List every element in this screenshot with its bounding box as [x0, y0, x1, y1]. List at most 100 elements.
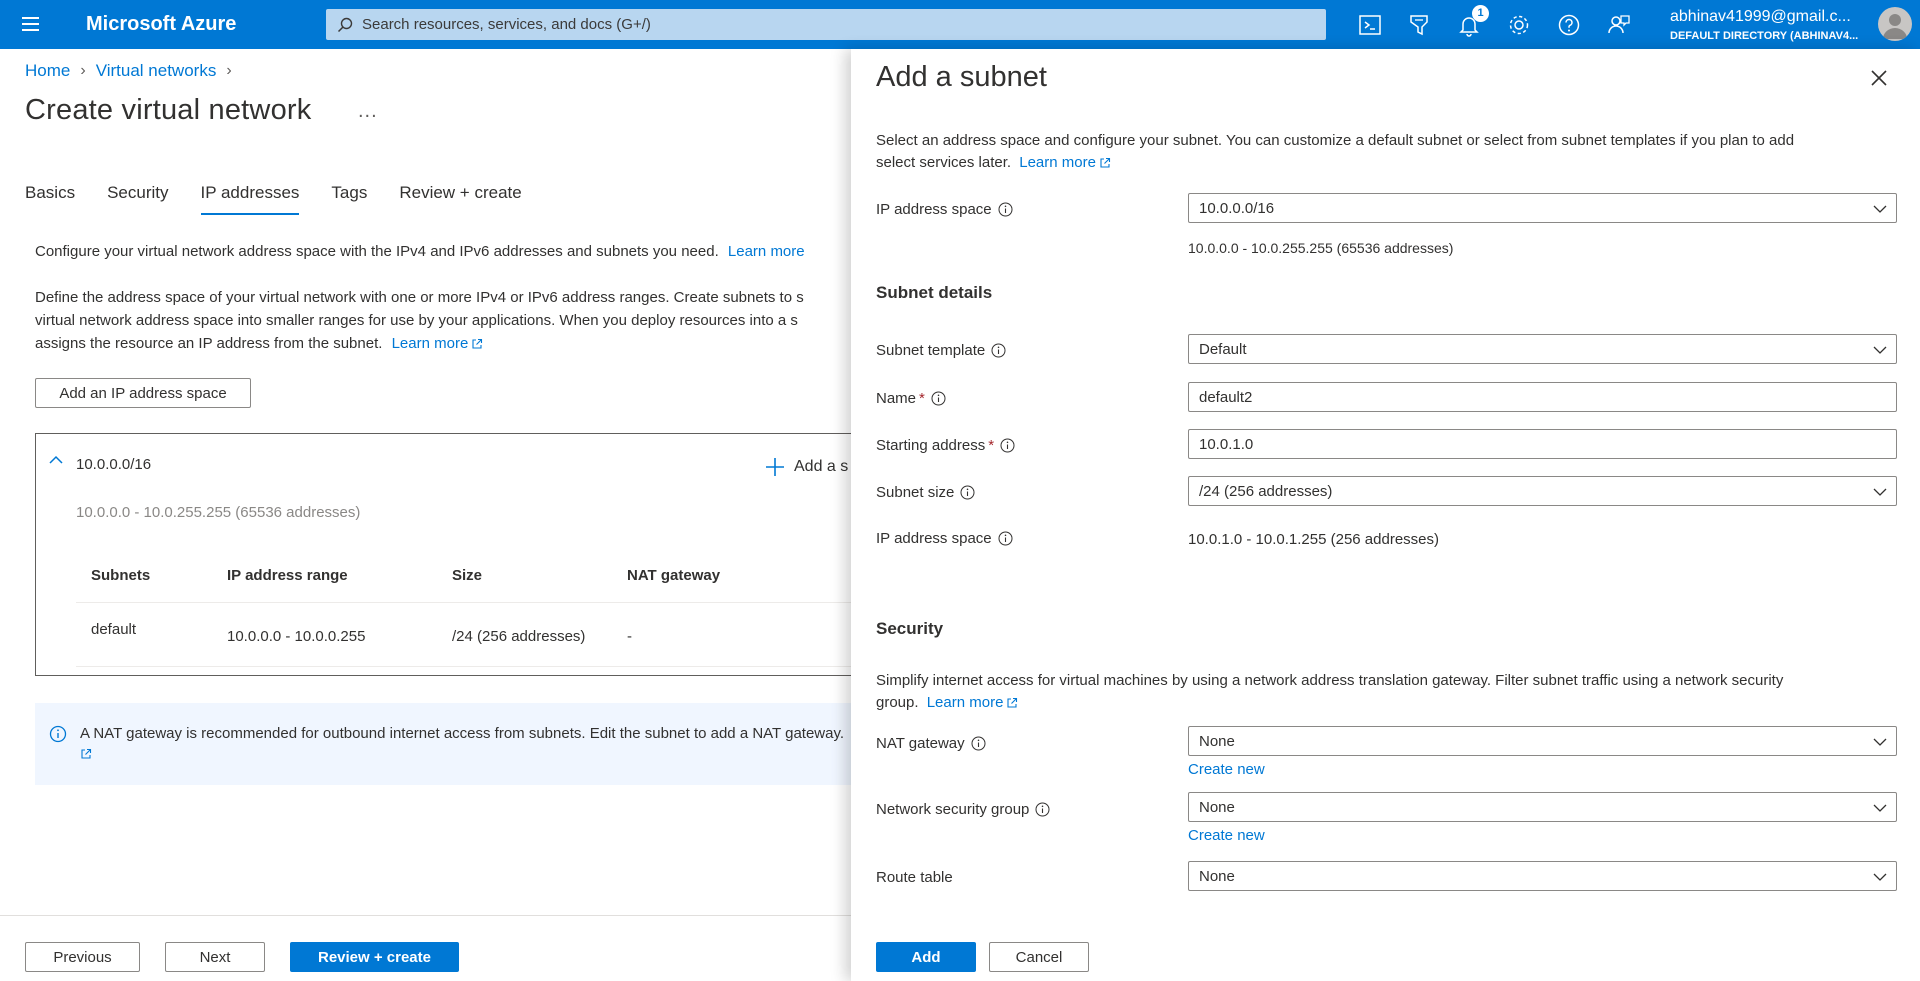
info-icon[interactable]: [971, 736, 986, 751]
external-link-icon: [1100, 157, 1111, 168]
directory-filter-icon[interactable]: [1406, 12, 1432, 38]
info-icon[interactable]: [998, 202, 1013, 217]
tab-tags[interactable]: Tags: [331, 183, 367, 215]
avatar[interactable]: [1878, 7, 1912, 41]
add-ip-address-space-button[interactable]: Add an IP address space: [35, 378, 251, 408]
tab-basics[interactable]: Basics: [25, 183, 75, 215]
nat-gateway-select[interactable]: None: [1188, 726, 1897, 756]
security-description-2: group. Learn more: [876, 692, 1018, 714]
chevron-down-icon: [1873, 205, 1887, 213]
define-text-2: virtual network address space into small…: [35, 312, 798, 329]
plus-icon: [766, 458, 784, 476]
nat-info-banner: A NAT gateway is recommended for outboun…: [35, 703, 895, 785]
subnet-size-select[interactable]: /24 (256 addresses): [1188, 476, 1897, 506]
table-divider: [76, 602, 896, 603]
add-button[interactable]: Add: [876, 942, 976, 972]
close-icon[interactable]: [1869, 68, 1889, 88]
security-learn-more-link[interactable]: Learn more: [927, 694, 1019, 711]
subnet-details-heading: Subnet details: [876, 283, 993, 302]
search-box[interactable]: [326, 9, 1326, 40]
top-bar: Microsoft Azure 1 abhinav41999@gmail.c..…: [0, 0, 1920, 49]
define-text-1: Define the address space of your virtual…: [35, 289, 804, 306]
subnet-ip-address-space-label: IP address space: [876, 530, 1013, 547]
external-link-icon: [1007, 697, 1018, 708]
chevron-down-icon: [1873, 804, 1887, 812]
subnet-nat-cell: -: [627, 628, 632, 645]
info-icon[interactable]: [960, 485, 975, 500]
help-icon[interactable]: [1556, 12, 1582, 38]
hamburger-icon[interactable]: [20, 14, 42, 34]
tab-review-create[interactable]: Review + create: [399, 183, 521, 215]
tab-bar: Basics Security IP addresses Tags Review…: [25, 183, 554, 215]
account-directory[interactable]: DEFAULT DIRECTORY (ABHINAV4...: [1670, 30, 1858, 42]
search-input[interactable]: [362, 9, 1312, 40]
chevron-down-icon: [1873, 738, 1887, 746]
external-link-icon[interactable]: [80, 748, 92, 760]
nat-gateway-label: NAT gateway: [876, 735, 986, 752]
ip-address-space-label: IP address space: [876, 201, 1013, 218]
column-header-subnets: Subnets: [91, 567, 151, 584]
add-subnet-label: Add a s: [794, 458, 849, 475]
network-security-group-select[interactable]: None: [1188, 792, 1897, 822]
route-table-select[interactable]: None: [1188, 861, 1897, 891]
more-options-icon[interactable]: ...: [358, 100, 378, 123]
subnet-size-cell: /24 (256 addresses): [452, 628, 586, 645]
chevron-down-icon: [1873, 488, 1887, 496]
gear-icon[interactable]: [1506, 12, 1532, 38]
define-learn-more-link[interactable]: Learn more: [392, 335, 484, 352]
external-link-icon: [472, 338, 483, 349]
feedback-icon[interactable]: [1606, 12, 1632, 38]
ip-address-space-select[interactable]: 10.0.0.0/16: [1188, 193, 1897, 223]
subnet-name-input[interactable]: [1188, 382, 1897, 412]
name-label: Name *: [876, 390, 946, 407]
breadcrumb-home[interactable]: Home: [25, 61, 70, 81]
subnet-default-link[interactable]: default: [91, 621, 136, 638]
brand-title[interactable]: Microsoft Azure: [86, 13, 236, 36]
breadcrumb-virtual-networks[interactable]: Virtual networks: [96, 61, 217, 81]
intro-text: Configure your virtual network address s…: [35, 243, 805, 260]
chevron-down-icon: [1873, 873, 1887, 881]
user-avatar-icon: [1883, 14, 1907, 39]
info-icon[interactable]: [991, 343, 1006, 358]
column-header-ip-range: IP address range: [227, 567, 348, 584]
info-icon: [49, 725, 67, 743]
intro-learn-more-link[interactable]: Learn more: [728, 243, 805, 260]
cloud-shell-icon[interactable]: [1357, 12, 1383, 38]
chevron-up-icon[interactable]: [48, 452, 64, 468]
subnet-size-label: Subnet size: [876, 484, 975, 501]
nat-create-new-link[interactable]: Create new: [1188, 761, 1265, 778]
starting-address-input[interactable]: [1188, 429, 1897, 459]
info-icon[interactable]: [1035, 802, 1050, 817]
nsg-create-new-link[interactable]: Create new: [1188, 827, 1265, 844]
review-create-button[interactable]: Review + create: [290, 942, 459, 972]
chevron-right-icon: ›: [226, 62, 232, 79]
notification-badge: 1: [1472, 5, 1489, 22]
account-email[interactable]: abhinav41999@gmail.c...: [1670, 8, 1851, 26]
nat-info-text: A NAT gateway is recommended for outboun…: [80, 725, 845, 742]
previous-button[interactable]: Previous: [25, 942, 140, 972]
next-button[interactable]: Next: [165, 942, 265, 972]
panel-title: Add a subnet: [876, 61, 1047, 93]
security-description-1: Simplify internet access for virtual mac…: [876, 672, 1784, 689]
tab-security[interactable]: Security: [107, 183, 168, 215]
search-icon: [337, 17, 353, 33]
column-header-size: Size: [452, 567, 483, 584]
panel-learn-more-link[interactable]: Learn more: [1019, 154, 1111, 171]
info-icon[interactable]: [931, 391, 946, 406]
address-space-cidr: 10.0.0.0/16: [76, 456, 152, 473]
page-title: Create virtual network: [25, 94, 312, 126]
info-icon[interactable]: [1000, 438, 1015, 453]
starting-address-label: Starting address *: [876, 437, 1015, 454]
subnet-template-select[interactable]: Default: [1188, 334, 1897, 364]
tab-ip-addresses[interactable]: IP addresses: [200, 183, 299, 215]
chevron-right-icon: ›: [80, 62, 86, 79]
add-subnet-button[interactable]: Add a s: [766, 458, 848, 476]
panel-description-1: Select an address space and configure yo…: [876, 132, 1795, 149]
info-icon[interactable]: [998, 531, 1013, 546]
cancel-button[interactable]: Cancel: [989, 942, 1089, 972]
subnet-template-label: Subnet template: [876, 342, 1006, 359]
route-table-label: Route table: [876, 869, 953, 886]
chevron-down-icon: [1873, 346, 1887, 354]
required-mark: *: [988, 437, 995, 454]
panel-description-2: select services later. Learn more: [876, 152, 1111, 174]
